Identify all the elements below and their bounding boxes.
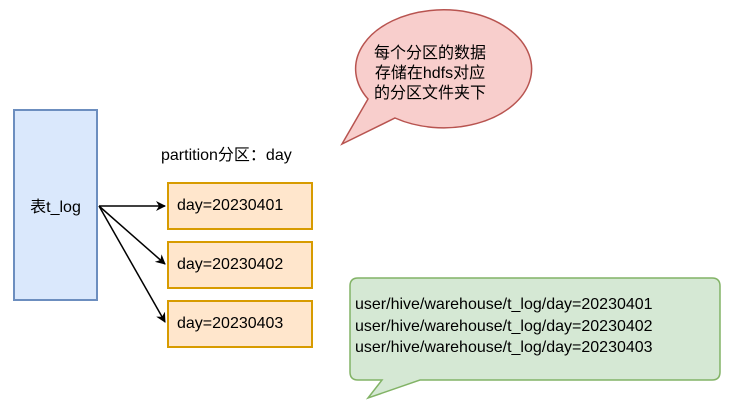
partition-caption: partition分区：day [161, 147, 292, 164]
table-label: 表t_log [30, 199, 81, 216]
table-box: 表t_log [13, 109, 98, 301]
callout-line: 的分区文件夹下 [373, 85, 486, 102]
arrow-to-partition-2 [98, 205, 166, 265]
red-callout-text: 每个分区的数据 存储在hdfs对应 的分区文件夹下 [345, 44, 515, 104]
hdfs-path: user/hive/warehouse/t_log/day=20230401 [355, 296, 653, 313]
partition-box-3: day=20230403 [167, 300, 313, 348]
hdfs-path-list: user/hive/warehouse/t_log/day=20230401 u… [355, 294, 653, 359]
partition-label: day=20230402 [177, 256, 284, 273]
callout-line: 存储在hdfs对应 [374, 65, 486, 82]
hdfs-path: user/hive/warehouse/t_log/day=20230403 [355, 339, 653, 356]
partition-box-1: day=20230401 [167, 182, 313, 230]
hdfs-path: user/hive/warehouse/t_log/day=20230402 [355, 317, 653, 335]
arrow-to-partition-3 [98, 205, 166, 323]
callout-line: 每个分区的数据 [373, 45, 486, 62]
partition-box-2: day=20230402 [167, 241, 313, 289]
partition-label: day=20230403 [177, 315, 284, 332]
partition-label: day=20230401 [177, 197, 284, 214]
